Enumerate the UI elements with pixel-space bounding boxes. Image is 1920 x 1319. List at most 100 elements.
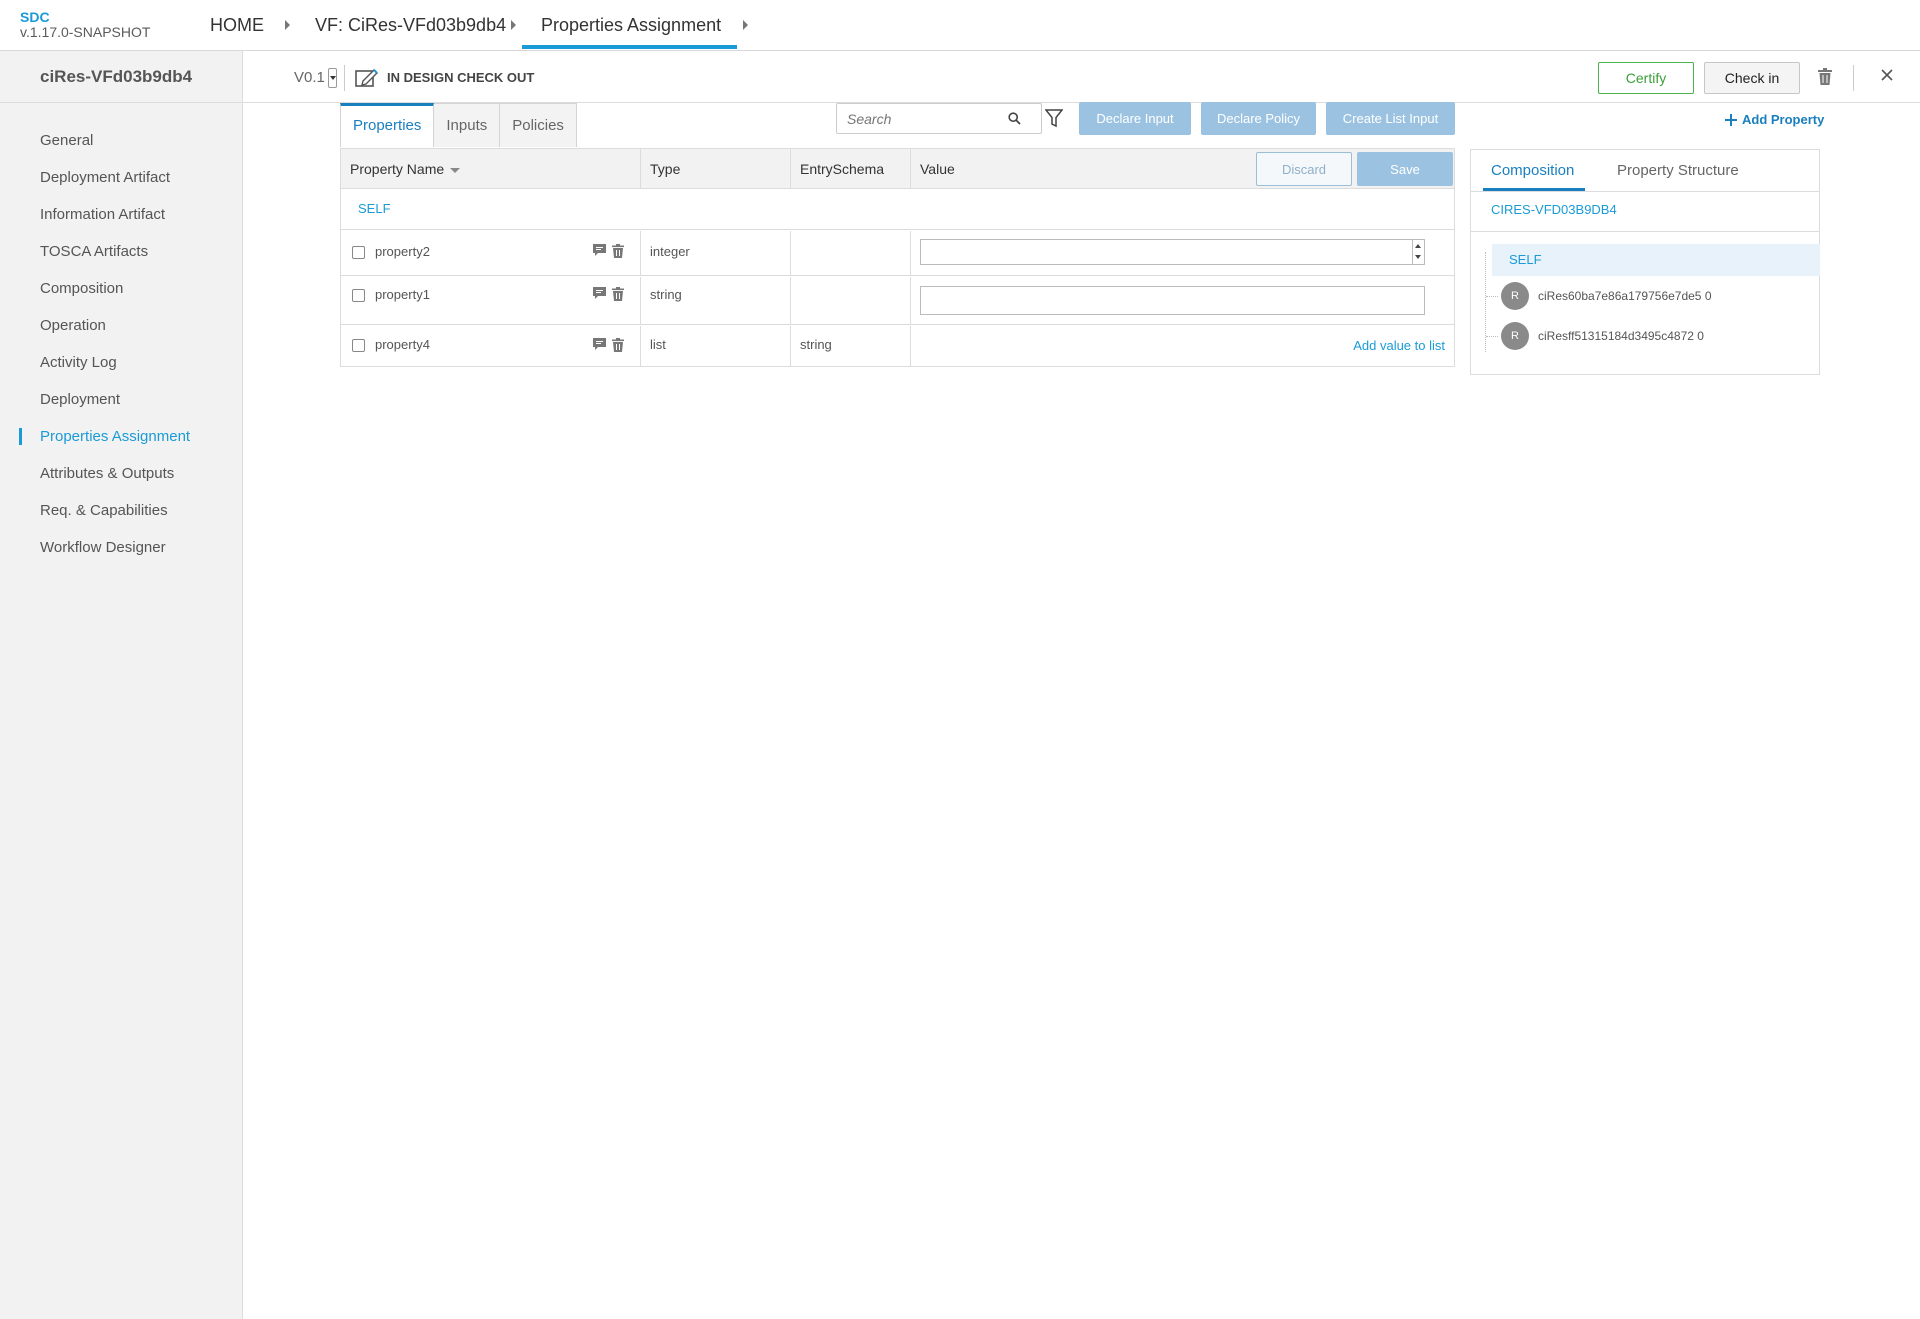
breadcrumb-arrow-icon[interactable] <box>743 20 748 30</box>
divider <box>1471 231 1819 232</box>
sidebar-item-information-artifact[interactable]: Information Artifact <box>0 196 242 233</box>
top-header: SDC v.1.17.0-SNAPSHOT HOME VF: CiRes-VFd… <box>0 0 1920 51</box>
tab-properties[interactable]: Properties <box>340 103 435 147</box>
comment-icon[interactable] <box>593 244 606 256</box>
column-value: Value <box>920 161 955 177</box>
row-checkbox[interactable] <box>352 289 365 302</box>
add-property-button[interactable]: Add Property <box>1725 112 1824 127</box>
column-divider <box>790 149 791 189</box>
declare-policy-button[interactable]: Declare Policy <box>1201 102 1316 135</box>
column-divider <box>910 277 911 325</box>
table-row: property1 string <box>341 277 1454 325</box>
search-icon[interactable] <box>1008 112 1021 125</box>
filter-icon[interactable] <box>1045 109 1063 128</box>
instance-label: ciResff51315184d3495c4872 0 <box>1538 329 1704 343</box>
breadcrumb-arrow-icon[interactable] <box>285 20 290 30</box>
version-select[interactable]: V0.1 <box>294 69 325 86</box>
column-divider <box>640 231 641 276</box>
delete-icon[interactable] <box>612 338 624 352</box>
value-text-input[interactable] <box>920 286 1425 315</box>
sidebar-item-req-capabilities[interactable]: Req. & Capabilities <box>0 492 242 529</box>
row-checkbox[interactable] <box>352 339 365 352</box>
breadcrumb-arrow-icon[interactable] <box>511 20 516 30</box>
search-input[interactable] <box>837 104 1007 133</box>
sidebar-item-attributes-outputs[interactable]: Attributes & Outputs <box>0 455 242 492</box>
sidebar-menu: General Deployment Artifact Information … <box>0 103 242 566</box>
check-in-button[interactable]: Check in <box>1704 62 1800 94</box>
column-divider <box>910 326 911 367</box>
tab-inputs[interactable]: Inputs <box>434 103 501 147</box>
column-divider <box>910 149 911 189</box>
breadcrumb-vf[interactable]: VF: CiRes-VFd03b9db4 <box>315 0 506 51</box>
component-name[interactable]: CIRES-VFD03B9DB4 <box>1491 202 1617 217</box>
table-header: Property Name Type EntrySchema Value Dis… <box>341 149 1454 189</box>
value-number-input[interactable] <box>920 239 1425 265</box>
instance-avatar: R <box>1501 322 1529 350</box>
comment-icon[interactable] <box>593 338 606 350</box>
declare-input-button[interactable]: Declare Input <box>1079 102 1191 135</box>
column-label: Property Name <box>350 161 445 177</box>
table-row: property2 integer <box>341 231 1454 276</box>
tree-connector <box>1486 296 1498 297</box>
add-property-label: Add Property <box>1742 112 1825 127</box>
column-divider <box>910 231 911 276</box>
sidebar-item-workflow-designer[interactable]: Workflow Designer <box>0 529 242 566</box>
sidebar-item-deployment[interactable]: Deployment <box>0 381 242 418</box>
brand[interactable]: SDC v.1.17.0-SNAPSHOT <box>20 10 150 40</box>
tree-item-instance[interactable]: R ciResff51315184d3495c4872 0 <box>1501 321 1704 351</box>
properties-table: Property Name Type EntrySchema Value Dis… <box>340 148 1455 367</box>
breadcrumb-properties-assignment[interactable]: Properties Assignment <box>541 0 721 51</box>
app-name: SDC <box>20 9 50 25</box>
sidebar-item-operation[interactable]: Operation <box>0 307 242 344</box>
sidebar-item-deployment-artifact[interactable]: Deployment Artifact <box>0 159 242 196</box>
sidebar-item-composition[interactable]: Composition <box>0 270 242 307</box>
column-divider <box>790 231 791 276</box>
number-spinner[interactable] <box>1412 240 1424 264</box>
tree-item-self[interactable]: SELF <box>1492 244 1820 276</box>
instance-avatar: R <box>1501 282 1529 310</box>
divider <box>344 65 345 91</box>
tree-connector <box>1486 336 1498 337</box>
app-version: v.1.17.0-SNAPSHOT <box>20 24 151 40</box>
delete-icon[interactable] <box>1818 68 1832 85</box>
sidebar-item-general[interactable]: General <box>0 122 242 159</box>
version-dropdown-icon[interactable] <box>328 68 337 88</box>
column-divider <box>790 277 791 325</box>
column-divider <box>640 149 641 189</box>
delete-icon[interactable] <box>612 287 624 301</box>
sidebar-item-properties-assignment[interactable]: Properties Assignment <box>0 418 242 455</box>
column-divider <box>640 277 641 325</box>
column-type: Type <box>650 161 681 177</box>
lifecycle-status: IN DESIGN CHECK OUT <box>387 70 535 85</box>
tab-composition[interactable]: Composition <box>1491 162 1574 179</box>
breadcrumb-home[interactable]: HOME <box>210 0 264 51</box>
discard-button[interactable]: Discard <box>1256 152 1352 186</box>
workspace-subheader: V0.1 IN DESIGN CHECK OUT Certify Check i… <box>243 51 1920 103</box>
properties-tabs: Properties Inputs Policies <box>340 103 577 147</box>
checkout-status-icon <box>355 68 379 88</box>
close-icon[interactable] <box>1881 69 1893 81</box>
save-button[interactable]: Save <box>1357 152 1453 186</box>
instance-label: ciRes60ba7e86a179756e7de5 0 <box>1538 289 1712 303</box>
property-type: string <box>650 287 682 302</box>
tab-property-structure[interactable]: Property Structure <box>1617 162 1739 179</box>
sidebar-item-tosca-artifacts[interactable]: TOSCA Artifacts <box>0 233 242 270</box>
add-value-to-list-link[interactable]: Add value to list <box>1353 338 1445 353</box>
tab-policies[interactable]: Policies <box>500 103 577 147</box>
comment-icon[interactable] <box>593 287 606 299</box>
property-entry-schema: string <box>800 337 832 352</box>
row-checkbox[interactable] <box>352 246 365 259</box>
tree-item-instance[interactable]: R ciRes60ba7e86a179756e7de5 0 <box>1501 281 1712 311</box>
row-actions <box>593 287 624 301</box>
sort-down-icon[interactable] <box>450 167 461 173</box>
column-property-name[interactable]: Property Name <box>341 149 461 189</box>
column-divider <box>640 326 641 367</box>
sidebar-item-activity-log[interactable]: Activity Log <box>0 344 242 381</box>
create-list-input-button[interactable]: Create List Input <box>1326 102 1455 135</box>
composition-panel: Composition Property Structure CIRES-VFD… <box>1470 149 1820 375</box>
left-sidebar: ciRes-VFd03b9db4 General Deployment Arti… <box>0 51 243 1319</box>
tree-self-label: SELF <box>1509 252 1542 267</box>
delete-icon[interactable] <box>612 244 624 258</box>
certify-button[interactable]: Certify <box>1598 62 1694 94</box>
column-entry-schema: EntrySchema <box>800 161 885 177</box>
